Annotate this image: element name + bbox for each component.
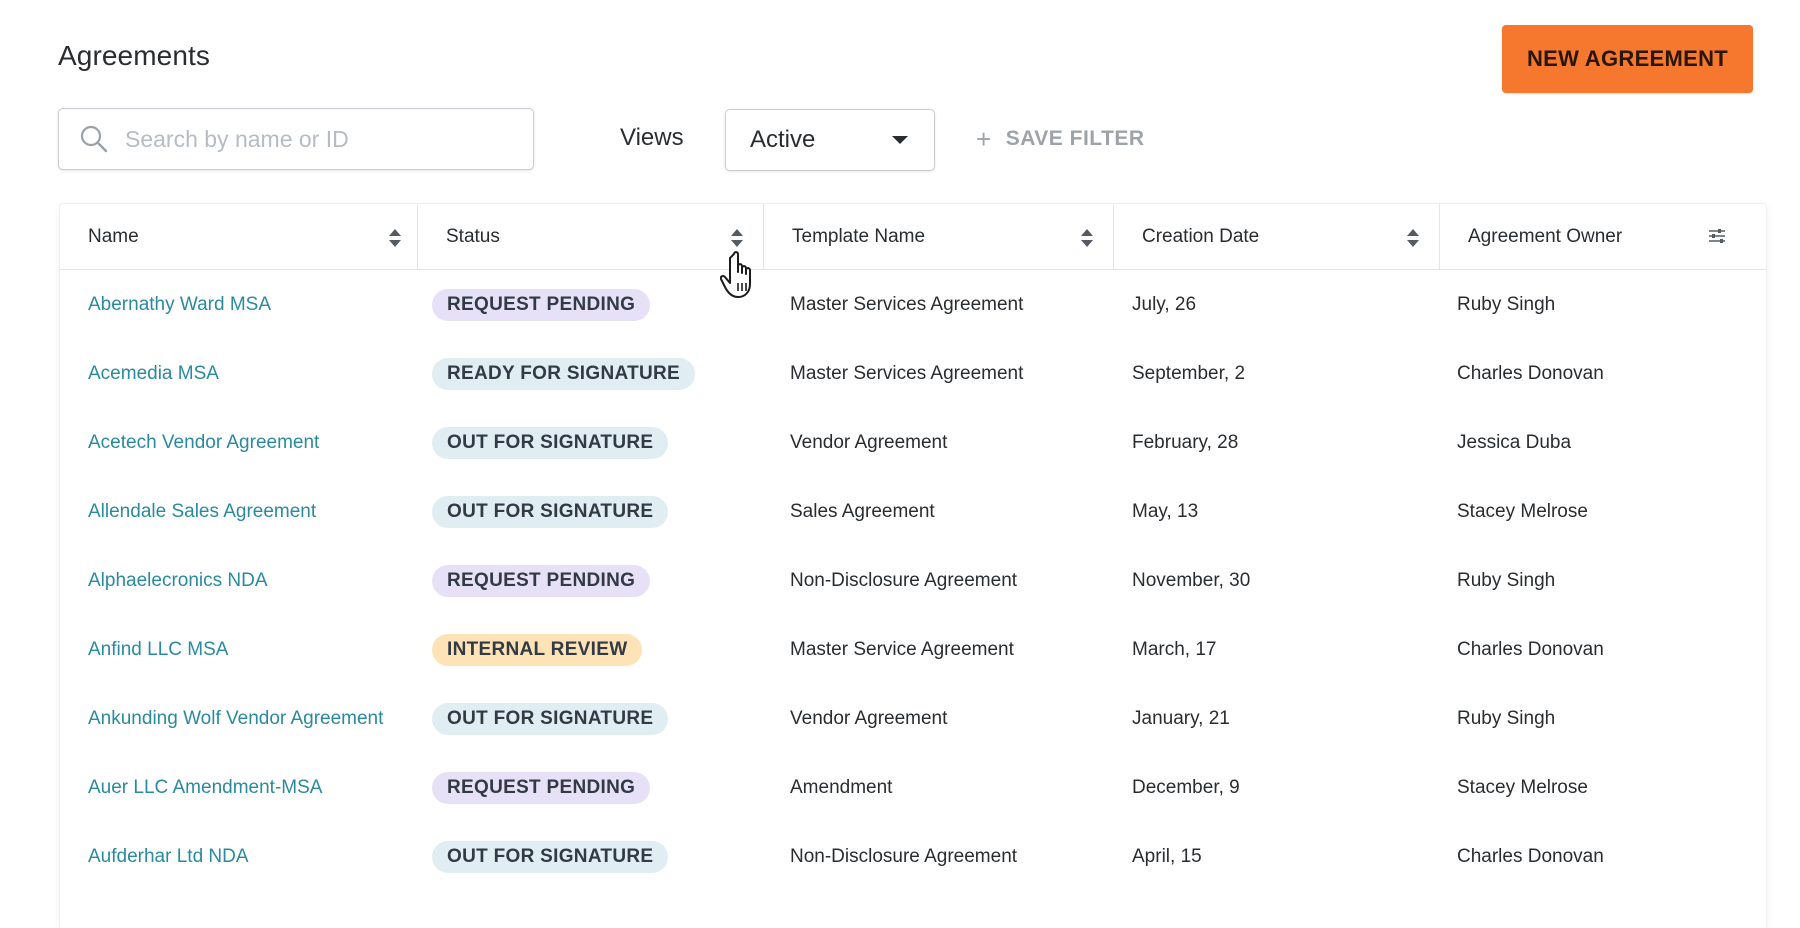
agreement-name-link[interactable]: Alphaelecronics NDA [88, 570, 268, 592]
status-badge: OUT FOR SIGNATURE [432, 426, 669, 459]
template-name: Vendor Agreement [790, 707, 948, 729]
table-row[interactable]: Abernathy Ward MSA REQUEST PENDING Maste… [60, 270, 1766, 339]
agreement-name-link[interactable]: Ankunding Wolf Vendor Agreement [88, 708, 383, 730]
template-name: Sales Agreement [790, 500, 935, 522]
table-row[interactable]: Acemedia MSA READY FOR SIGNATURE Master … [60, 339, 1766, 408]
table-row[interactable]: Alphaelecronics NDA REQUEST PENDING Non-… [60, 546, 1766, 615]
creation-date: February, 28 [1132, 431, 1239, 453]
table-row[interactable]: Aufderhar Ltd NDA OUT FOR SIGNATURE Non-… [60, 822, 1766, 891]
creation-date: July, 26 [1132, 293, 1197, 315]
template-name: Vendor Agreement [790, 431, 948, 453]
table-row[interactable]: Allendale Sales Agreement OUT FOR SIGNAT… [60, 477, 1766, 546]
template-name: Master Service Agreement [790, 638, 1014, 660]
status-badge: OUT FOR SIGNATURE [432, 702, 669, 735]
column-header-template-name[interactable]: Template Name [764, 204, 1114, 270]
plus-icon: + [976, 124, 992, 154]
agreement-owner: Charles Donovan [1457, 362, 1604, 384]
template-name: Master Services Agreement [790, 293, 1024, 315]
agreement-owner: Charles Donovan [1457, 845, 1604, 867]
column-header-label: Template Name [792, 226, 926, 247]
template-name: Master Services Agreement [790, 362, 1024, 384]
agreement-name-link[interactable]: Allendale Sales Agreement [88, 501, 316, 523]
status-badge: REQUEST PENDING [432, 564, 651, 597]
table-body: Abernathy Ward MSA REQUEST PENDING Maste… [60, 270, 1766, 891]
creation-date: May, 13 [1132, 500, 1199, 522]
new-agreement-button[interactable]: NEW AGREEMENT [1502, 25, 1753, 93]
views-selected-value: Active [750, 126, 816, 153]
sort-icon[interactable] [1080, 228, 1094, 248]
column-settings-icon[interactable] [1708, 228, 1726, 244]
agreement-name-link[interactable]: Auer LLC Amendment-MSA [88, 777, 322, 799]
sort-icon[interactable] [388, 228, 402, 248]
agreement-name-link[interactable]: Acemedia MSA [88, 363, 219, 385]
table-row[interactable]: Auer LLC Amendment-MSA REQUEST PENDING A… [60, 753, 1766, 822]
agreements-table: Name Status Template Name Creation Date [60, 204, 1766, 928]
search-icon [80, 125, 108, 153]
save-filter-button[interactable]: + SAVE FILTER [976, 126, 1145, 152]
creation-date: March, 17 [1132, 638, 1217, 660]
agreement-name-link[interactable]: Anfind LLC MSA [88, 639, 228, 661]
search-input[interactable] [125, 125, 533, 153]
save-filter-label: SAVE FILTER [1005, 127, 1145, 150]
column-header-label: Name [88, 226, 139, 247]
table-header: Name Status Template Name Creation Date [60, 204, 1766, 270]
sort-icon[interactable] [730, 228, 744, 248]
agreement-name-link[interactable]: Aufderhar Ltd NDA [88, 846, 249, 868]
agreement-owner: Ruby Singh [1457, 707, 1556, 729]
views-dropdown[interactable]: Active [725, 109, 935, 171]
column-header-label: Creation Date [1142, 226, 1260, 247]
creation-date: November, 30 [1132, 569, 1251, 591]
creation-date: December, 9 [1132, 776, 1240, 798]
column-header-status[interactable]: Status [418, 204, 764, 270]
agreement-name-link[interactable]: Abernathy Ward MSA [88, 294, 271, 316]
column-header-creation-date[interactable]: Creation Date [1114, 204, 1440, 270]
hand-pointer-cursor [720, 251, 751, 298]
table-row[interactable]: Ankunding Wolf Vendor Agreement OUT FOR … [60, 684, 1766, 753]
column-header-label: Agreement Owner [1468, 226, 1623, 247]
template-name: Non-Disclosure Agreement [790, 569, 1018, 591]
table-row[interactable]: Anfind LLC MSA INTERNAL REVIEW Master Se… [60, 615, 1766, 684]
status-badge: REQUEST PENDING [432, 771, 651, 804]
sort-icon[interactable] [1406, 228, 1420, 248]
creation-date: April, 15 [1132, 845, 1202, 867]
search-box[interactable] [58, 108, 534, 170]
agreement-owner: Charles Donovan [1457, 638, 1604, 660]
table-row[interactable]: Acetech Vendor Agreement OUT FOR SIGNATU… [60, 408, 1766, 477]
column-header-agreement-owner[interactable]: Agreement Owner [1440, 204, 1766, 270]
agreement-owner: Stacey Melrose [1457, 776, 1588, 798]
agreement-owner: Ruby Singh [1457, 569, 1556, 591]
views-label: Views [620, 124, 684, 151]
status-badge: OUT FOR SIGNATURE [432, 840, 669, 873]
agreement-owner: Stacey Melrose [1457, 500, 1588, 522]
template-name: Non-Disclosure Agreement [790, 845, 1018, 867]
status-badge: OUT FOR SIGNATURE [432, 495, 669, 528]
agreements-page: Agreements NEW AGREEMENT Views Active + … [0, 0, 1800, 928]
agreement-owner: Jessica Duba [1457, 431, 1572, 453]
agreement-name-link[interactable]: Acetech Vendor Agreement [88, 432, 319, 454]
column-header-label: Status [446, 226, 500, 247]
template-name: Amendment [790, 776, 893, 798]
chevron-down-icon [892, 136, 908, 144]
creation-date: September, 2 [1132, 362, 1246, 384]
page-title: Agreements [58, 40, 210, 71]
creation-date: January, 21 [1132, 707, 1230, 729]
status-badge: READY FOR SIGNATURE [432, 357, 696, 390]
status-badge: INTERNAL REVIEW [432, 633, 643, 666]
column-header-name[interactable]: Name [60, 204, 418, 270]
agreement-owner: Ruby Singh [1457, 293, 1556, 315]
status-badge: REQUEST PENDING [432, 288, 651, 321]
